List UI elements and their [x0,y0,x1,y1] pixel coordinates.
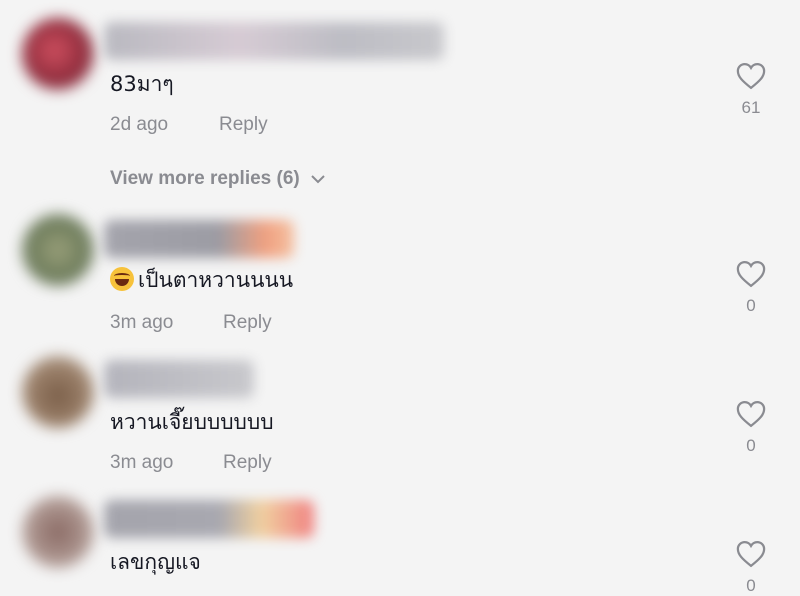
view-more-replies[interactable]: View more replies (6) [110,168,326,190]
like-button[interactable]: 61 [728,62,774,118]
avatar[interactable] [22,18,94,90]
like-count: 0 [746,436,756,455]
avatar[interactable] [22,496,94,568]
reply-button[interactable]: Reply [219,114,268,136]
comment-text-content: เป็นตาหวานนนน [138,268,294,292]
heart-outline-icon [736,540,766,568]
username-blurred[interactable] [104,500,314,538]
comment-time: 2d ago [110,114,169,135]
reply-button[interactable]: Reply [223,452,272,474]
comment-meta: 2d ago Reply [110,114,268,136]
like-count: 0 [746,576,756,595]
username-blurred[interactable] [104,22,444,60]
comment-meta: 3m ago Reply [110,452,272,474]
like-button[interactable]: 0 [728,540,774,596]
username-blurred[interactable] [104,220,294,258]
like-count: 0 [746,296,756,315]
comment-meta: 3m ago Reply [110,312,272,334]
view-more-label: View more replies (6) [110,168,300,189]
like-count: 61 [741,98,761,117]
avatar[interactable] [22,356,94,428]
like-button[interactable]: 0 [728,400,774,456]
avatar[interactable] [22,214,94,286]
heart-outline-icon [736,260,766,288]
comment-time: 3m ago [110,452,174,473]
comment-time: 3m ago [110,312,174,333]
comment-text: 83มาๆ [110,72,174,96]
laughing-emoji [110,267,134,291]
like-button[interactable]: 0 [728,260,774,316]
reply-button[interactable]: Reply [223,312,272,334]
comment-text: เลขกุญแจ [110,550,201,574]
heart-outline-icon [736,62,766,90]
chevron-down-icon [311,175,325,184]
username-blurred[interactable] [104,360,254,398]
comment-text: หวานเจี๊ยบบบบบบ [110,410,274,434]
comment-text: เป็นตาหวานนนน [110,264,293,297]
heart-outline-icon [736,400,766,428]
